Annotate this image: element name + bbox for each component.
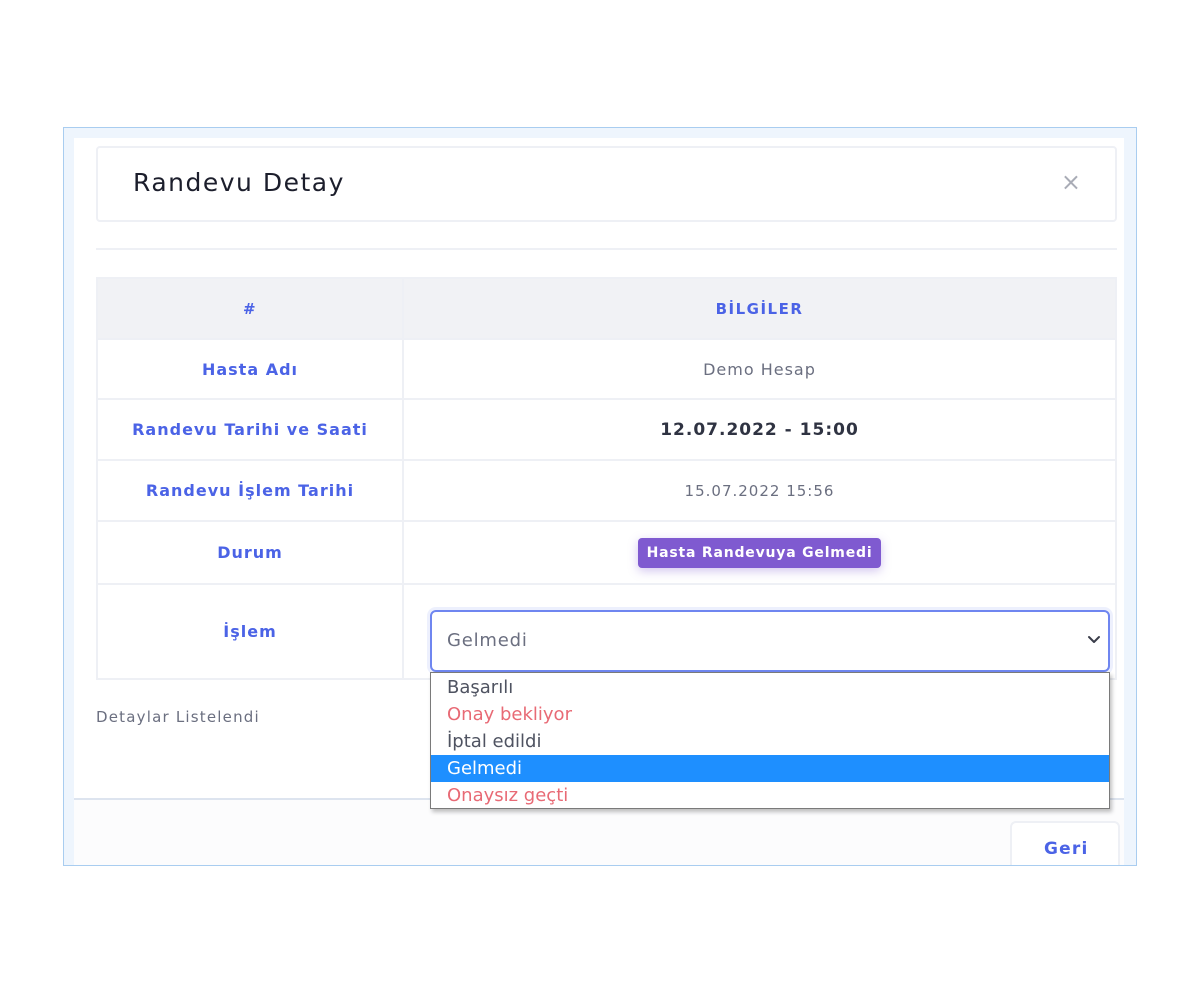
table-row: Randevu Tarihi ve Saati 12.07.2022 - 15:… xyxy=(96,398,1117,461)
close-icon[interactable]: × xyxy=(1061,170,1081,194)
row-value-status: Hasta Randevuya Gelmedi xyxy=(402,520,1117,585)
option-onay-bekliyor[interactable]: Onay bekliyor xyxy=(431,701,1109,728)
appointment-detail-modal: Randevu Detay × # BİLGİLER Hasta Adı Dem… xyxy=(74,138,1124,865)
column-header-info: BİLGİLER xyxy=(402,277,1117,340)
row-label-status: Durum xyxy=(96,520,404,585)
row-value-process-date: 15.07.2022 15:56 xyxy=(402,459,1117,522)
chevron-down-icon xyxy=(1088,636,1100,643)
column-header-index: # xyxy=(96,277,404,340)
modal-footer xyxy=(74,800,1124,865)
option-iptal-edildi[interactable]: İptal edildi xyxy=(431,728,1109,755)
row-value-patient-name: Demo Hesap xyxy=(402,338,1117,400)
row-value-appointment-datetime: 12.07.2022 - 15:00 xyxy=(402,398,1117,461)
option-basarili[interactable]: Başarılı xyxy=(431,674,1109,701)
back-button[interactable]: Geri xyxy=(1010,821,1120,865)
footer-note: Detaylar Listelendi xyxy=(96,708,260,726)
modal-title: Randevu Detay xyxy=(133,168,345,197)
row-label-appointment-datetime: Randevu Tarihi ve Saati xyxy=(96,398,404,461)
header-divider xyxy=(96,248,1117,250)
option-onaysiz-gecti[interactable]: Onaysız geçti xyxy=(431,782,1109,809)
row-label-action: İşlem xyxy=(96,583,404,680)
screenshot-frame: Randevu Detay × # BİLGİLER Hasta Adı Dem… xyxy=(63,127,1137,866)
action-select-dropdown: Başarılı Onay bekliyor İptal edildi Gelm… xyxy=(430,672,1110,809)
table-row: Durum Hasta Randevuya Gelmedi xyxy=(96,520,1117,585)
select-current-value: Gelmedi xyxy=(447,630,528,651)
action-select[interactable]: Gelmedi xyxy=(430,610,1110,672)
modal-header: Randevu Detay × xyxy=(96,146,1117,222)
table-row: Hasta Adı Demo Hesap xyxy=(96,338,1117,400)
status-badge: Hasta Randevuya Gelmedi xyxy=(637,537,882,568)
option-gelmedi[interactable]: Gelmedi xyxy=(431,755,1109,782)
table-row: Randevu İşlem Tarihi 15.07.2022 15:56 xyxy=(96,459,1117,522)
table-header-row: # BİLGİLER xyxy=(96,277,1117,340)
row-label-patient-name: Hasta Adı xyxy=(96,338,404,400)
row-label-process-date: Randevu İşlem Tarihi xyxy=(96,459,404,522)
